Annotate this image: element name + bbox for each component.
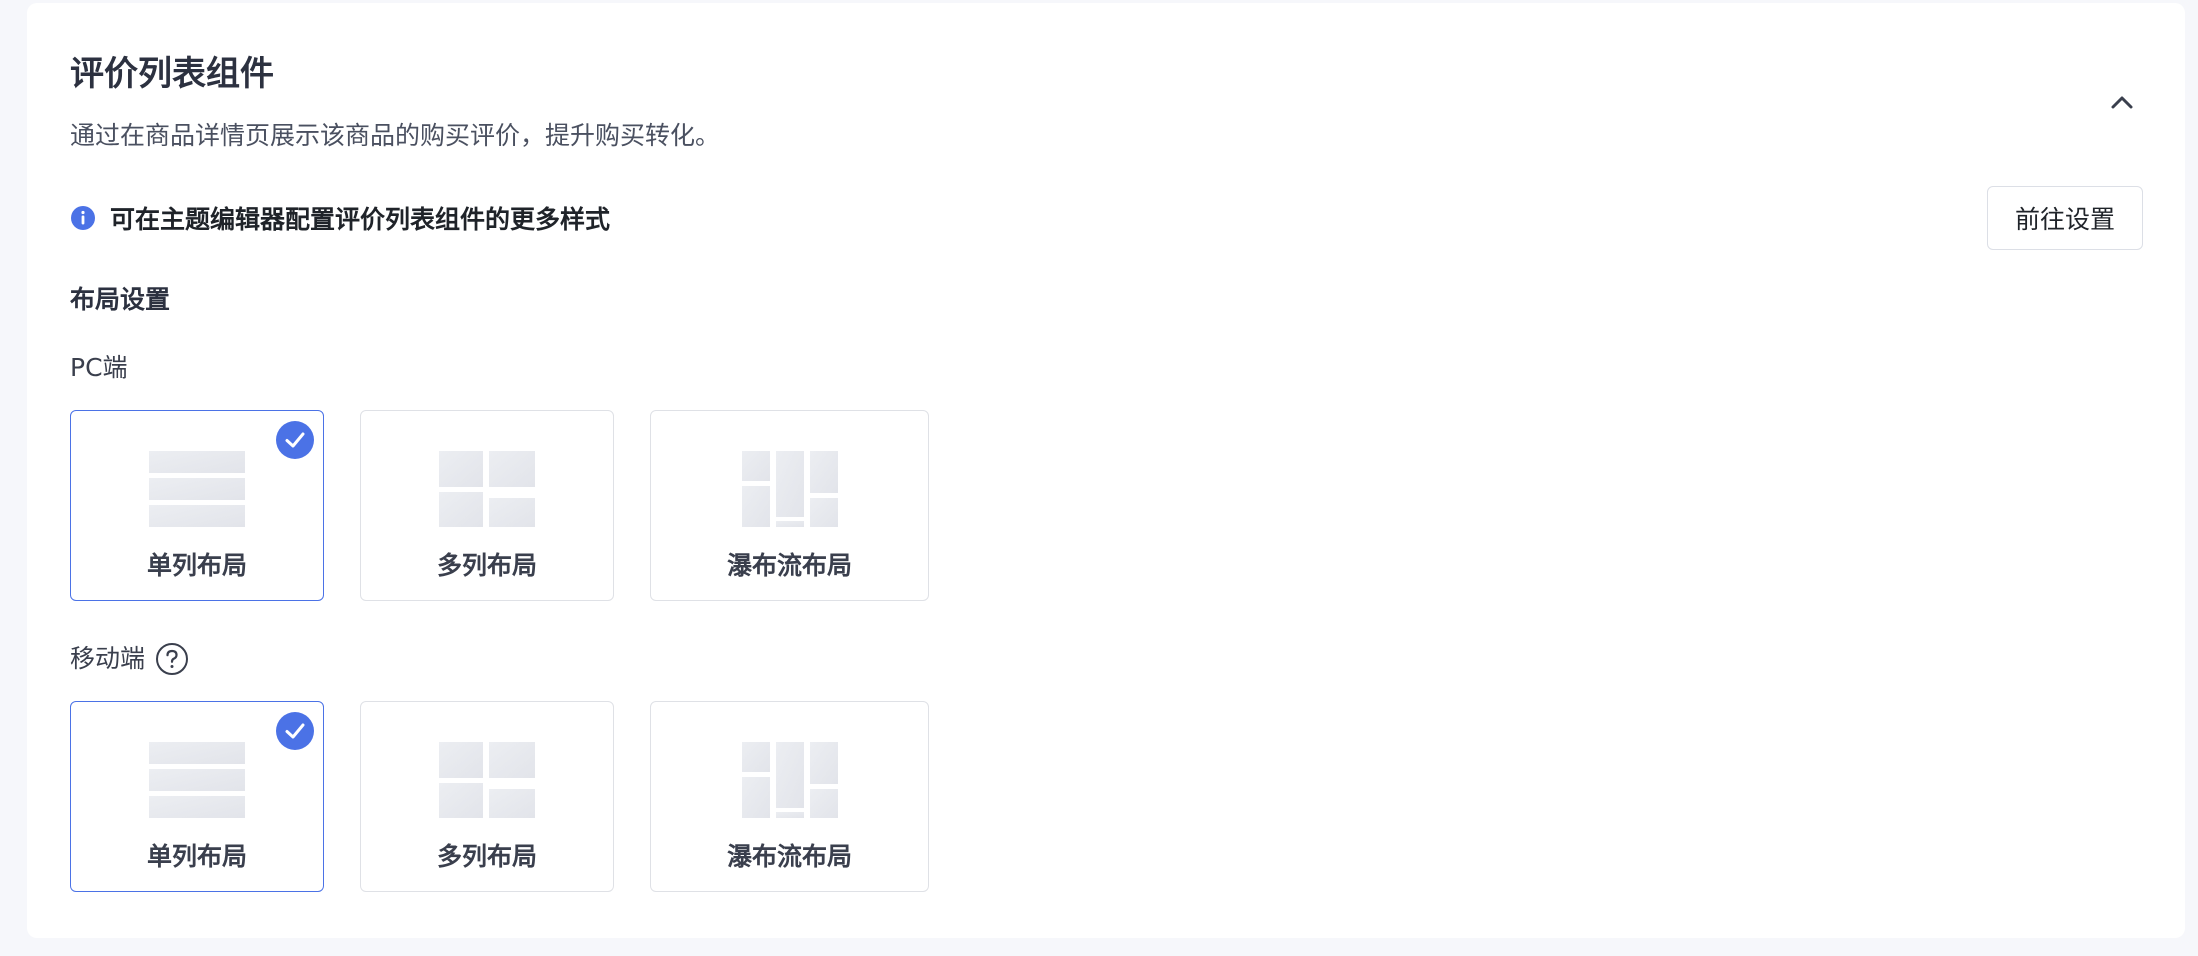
pc-option-single-column[interactable]: 单列布局 — [70, 410, 324, 601]
multi-column-layout-icon — [439, 451, 535, 527]
option-label: 多列布局 — [436, 551, 537, 580]
goto-settings-button[interactable]: 前往设置 — [1987, 186, 2143, 250]
question-circle-icon[interactable] — [155, 642, 189, 676]
option-label: 单列布局 — [146, 551, 247, 580]
pc-option-waterfall[interactable]: 瀑布流布局 — [650, 410, 929, 601]
page-title: 评价列表组件 — [70, 54, 274, 94]
page-description: 通过在商品详情页展示该商品的购买评价，提升购买转化。 — [70, 121, 721, 150]
notice-text: 可在主题编辑器配置评价列表组件的更多样式 — [110, 205, 611, 234]
mobile-option-single-column[interactable]: 单列布局 — [70, 701, 324, 892]
info-icon — [71, 206, 95, 230]
option-label: 单列布局 — [146, 842, 247, 871]
mobile-option-waterfall[interactable]: 瀑布流布局 — [650, 701, 929, 892]
check-circle-icon — [276, 712, 314, 750]
pc-label-text: PC端 — [70, 353, 128, 382]
check-circle-icon — [276, 421, 314, 459]
option-label: 多列布局 — [436, 842, 537, 871]
layout-settings-label: 布局设置 — [70, 285, 171, 314]
single-column-layout-icon — [149, 451, 245, 527]
mobile-label-text: 移动端 — [70, 644, 146, 673]
waterfall-layout-icon — [741, 742, 838, 818]
mobile-option-multi-column[interactable]: 多列布局 — [360, 701, 614, 892]
notice-bar: 可在主题编辑器配置评价列表组件的更多样式 — [70, 200, 610, 236]
single-column-layout-icon — [149, 742, 245, 818]
pc-option-multi-column[interactable]: 多列布局 — [360, 410, 614, 601]
chevron-up-icon[interactable] — [2100, 80, 2144, 124]
option-label: 瀑布流布局 — [726, 551, 852, 580]
multi-column-layout-icon — [439, 742, 535, 818]
mobile-label: 移动端 — [70, 641, 189, 677]
option-label: 瀑布流布局 — [726, 842, 852, 871]
pc-label: PC端 — [70, 350, 128, 386]
waterfall-layout-icon — [741, 451, 838, 527]
